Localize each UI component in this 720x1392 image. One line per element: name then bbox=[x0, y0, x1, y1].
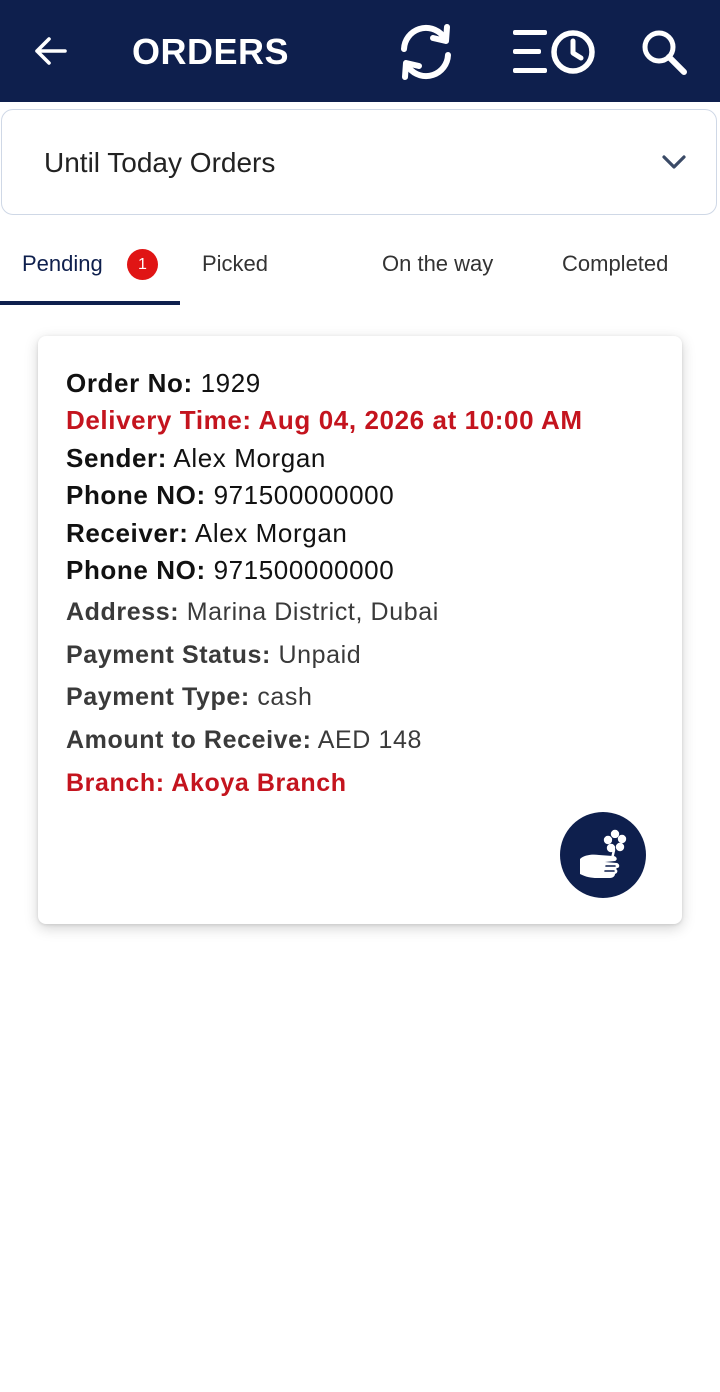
tab-label: Completed bbox=[562, 251, 669, 276]
receiver-phone-row: Phone NO: 971500000000 bbox=[66, 555, 394, 586]
order-filter-value: Until Today Orders bbox=[44, 147, 276, 178]
tab-label: Picked bbox=[202, 251, 269, 276]
order-number-value: 1929 bbox=[200, 368, 261, 398]
order-number-label: Order No: bbox=[66, 368, 193, 398]
address-label: Address: bbox=[66, 598, 180, 626]
receiver-phone-label: Phone NO: bbox=[66, 555, 206, 585]
receiver-phone-value: 971500000000 bbox=[213, 555, 395, 585]
receiver-label: Receiver: bbox=[66, 518, 189, 548]
payment-type-value: cash bbox=[257, 683, 313, 711]
app-bar: ORDERS bbox=[0, 0, 720, 102]
payment-status-value: Unpaid bbox=[278, 641, 362, 669]
refresh-icon bbox=[401, 24, 451, 80]
sender-phone-label: Phone NO: bbox=[66, 480, 206, 510]
amount-label: Amount to Receive: bbox=[66, 726, 312, 754]
pending-count-badge: 1 bbox=[127, 249, 158, 280]
refresh-button[interactable] bbox=[392, 16, 460, 88]
address-value: Marina District, Dubai bbox=[186, 598, 439, 626]
receiver-value: Alex Morgan bbox=[194, 518, 348, 548]
branch-value: Akoya Branch bbox=[171, 769, 347, 797]
tab-pending[interactable]: Pending 1 bbox=[0, 226, 180, 305]
sender-row: Sender: Alex Morgan bbox=[66, 443, 326, 474]
status-tabs: Pending 1 Picked On the way Completed bbox=[0, 226, 720, 306]
pickup-order-button[interactable] bbox=[560, 812, 646, 898]
payment-type-row: Payment Type: cash bbox=[66, 683, 313, 712]
payment-type-label: Payment Type: bbox=[66, 683, 250, 711]
search-button[interactable] bbox=[632, 16, 696, 88]
history-list-icon bbox=[513, 30, 595, 74]
sender-value: Alex Morgan bbox=[173, 443, 326, 473]
page-title: ORDERS bbox=[132, 31, 290, 72]
amount-row: Amount to Receive: AED 148 bbox=[66, 726, 422, 755]
arrow-left-icon bbox=[35, 37, 67, 65]
payment-status-row: Payment Status: Unpaid bbox=[66, 641, 361, 670]
tab-label: On the way bbox=[382, 251, 494, 276]
branch-row: Branch: Akoya Branch bbox=[66, 769, 347, 798]
order-number-row: Order No: 1929 bbox=[66, 368, 261, 399]
back-button[interactable] bbox=[22, 22, 80, 80]
tab-label: Pending bbox=[22, 251, 103, 276]
branch-label: Branch: bbox=[66, 769, 165, 797]
history-button[interactable] bbox=[508, 16, 600, 88]
delivery-time-row: Delivery Time: Aug 04, 2026 at 10:00 AM bbox=[66, 405, 583, 436]
delivery-time-label: Delivery Time: bbox=[66, 405, 252, 435]
tab-completed[interactable]: Completed bbox=[562, 226, 668, 302]
tab-on-the-way[interactable]: On the way bbox=[382, 226, 493, 302]
chevron-down-icon bbox=[662, 155, 686, 169]
delivery-time-value: Aug 04, 2026 at 10:00 AM bbox=[258, 405, 583, 435]
order-filter-dropdown[interactable]: Until Today Orders bbox=[1, 109, 717, 215]
receiver-row: Receiver: Alex Morgan bbox=[66, 518, 347, 549]
amount-value: AED 148 bbox=[317, 726, 422, 754]
search-icon bbox=[642, 30, 687, 75]
sender-phone-value: 971500000000 bbox=[213, 480, 395, 510]
sender-phone-row: Phone NO: 971500000000 bbox=[66, 480, 394, 511]
order-card[interactable]: Order No: 1929 Delivery Time: Aug 04, 20… bbox=[38, 336, 682, 924]
address-row: Address: Marina District, Dubai bbox=[66, 598, 439, 627]
active-tab-indicator bbox=[0, 301, 180, 305]
orders-screen: ORDERS Until Today Orders Pending 1 Pick… bbox=[0, 0, 720, 1392]
tab-picked[interactable]: Picked bbox=[202, 226, 268, 302]
payment-status-label: Payment Status: bbox=[66, 641, 271, 669]
hand-flower-icon bbox=[580, 829, 627, 878]
sender-label: Sender: bbox=[66, 443, 168, 473]
